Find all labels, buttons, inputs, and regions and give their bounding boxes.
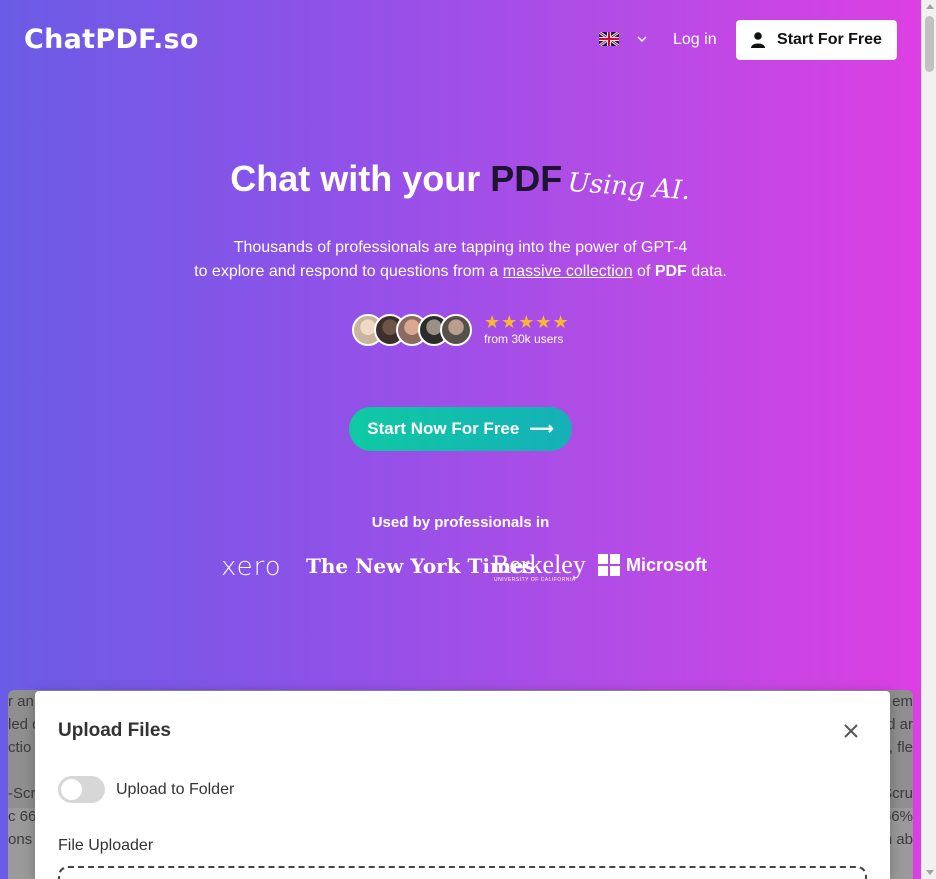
subtitle-pdf: PDF <box>654 263 687 280</box>
uk-flag-icon <box>599 32 619 46</box>
massive-collection-link[interactable]: massive collection <box>503 263 633 280</box>
start-now-button[interactable]: Start Now For Free ⟶ <box>349 407 572 451</box>
user-avatars <box>352 314 472 346</box>
subtitle-text: data. <box>686 263 727 280</box>
headline-pdf: PDF <box>490 158 563 199</box>
subtitle-text: of <box>632 263 655 280</box>
berkeley-logo: Berkeley UNIVERSITY OF CALIFORNIA <box>492 550 586 583</box>
headline-script: Using AI. <box>567 167 692 207</box>
xero-logo: xero <box>221 552 282 582</box>
toggle-label: Upload to Folder <box>116 781 235 798</box>
microsoft-name: Microsoft <box>626 554 707 575</box>
microsoft-icon <box>598 554 620 576</box>
file-uploader-label: File Uploader <box>58 837 154 854</box>
star-rating-icon: ★★★★★ <box>484 312 570 332</box>
user-icon <box>751 32 766 48</box>
login-link[interactable]: Log in <box>673 31 717 49</box>
scrollbar[interactable] <box>921 0 936 879</box>
scroll-up-arrow-icon[interactable] <box>926 4 934 9</box>
logo[interactable]: ChatPDF.so <box>24 24 199 55</box>
avatar <box>440 314 472 346</box>
file-dropzone[interactable] <box>58 866 867 879</box>
used-by-title: Used by professionals in <box>371 514 550 531</box>
start-for-free-label: Start For Free <box>777 31 882 48</box>
berkeley-name: Berkeley <box>492 550 586 579</box>
hero-subtitle: Thousands of professionals are tapping i… <box>0 236 921 284</box>
scroll-down-arrow-icon[interactable] <box>926 870 934 875</box>
subtitle-line-2: to explore and respond to questions from… <box>0 260 921 284</box>
toggle-knob <box>61 779 82 800</box>
chevron-down-icon <box>637 36 647 43</box>
subtitle-text: to explore and respond to questions from… <box>194 263 503 280</box>
modal-title: Upload Files <box>58 720 171 741</box>
start-now-label: Start Now For Free <box>367 419 520 438</box>
subtitle-line-1: Thousands of professionals are tapping i… <box>233 239 688 256</box>
microsoft-logo: Microsoft <box>598 554 707 576</box>
berkeley-subtitle: UNIVERSITY OF CALIFORNIA <box>494 577 576 583</box>
arrow-right-icon: ⟶ <box>529 419 554 438</box>
upload-to-folder-toggle[interactable] <box>58 776 105 803</box>
start-for-free-button[interactable]: Start For Free <box>736 20 897 60</box>
headline: Chat with your PDF Using AI. <box>0 158 921 206</box>
rating: ★★★★★ from 30k users <box>484 312 570 346</box>
rating-text: from 30k users <box>484 332 564 346</box>
language-selector[interactable] <box>599 32 649 46</box>
headline-main: Chat with your <box>230 158 491 199</box>
scrollbar-thumb[interactable] <box>925 16 934 72</box>
upload-files-modal: Upload Files Upload to Folder File Uploa… <box>35 691 890 879</box>
close-icon[interactable] <box>841 721 861 741</box>
